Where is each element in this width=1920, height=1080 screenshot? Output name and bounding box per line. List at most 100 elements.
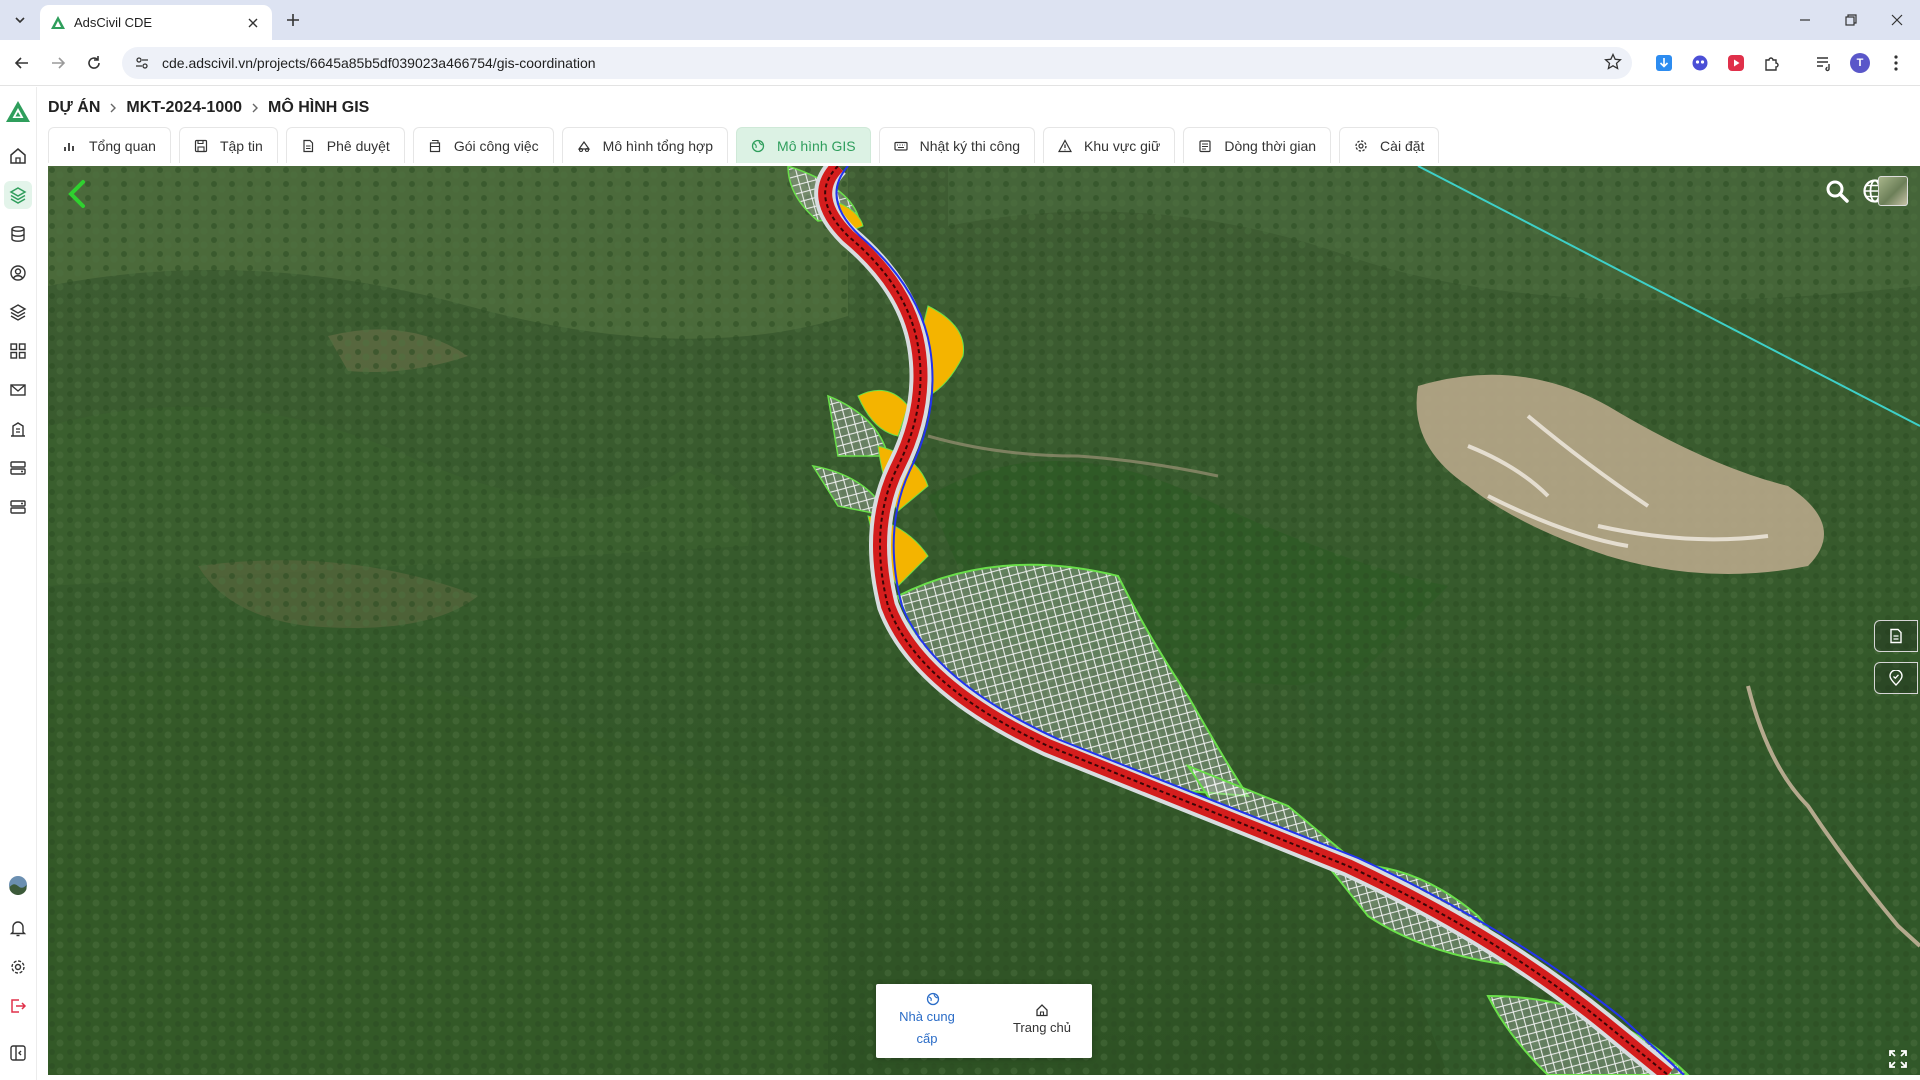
home-icon	[1036, 1004, 1048, 1017]
sidebar-storage-icon[interactable]	[4, 493, 32, 521]
extension-face-icon[interactable]	[1688, 51, 1712, 75]
sidebar-grid-icon[interactable]	[4, 337, 32, 365]
profile-avatar[interactable]: T	[1848, 51, 1872, 75]
tab-dong-thoi-gian[interactable]: Dòng thời gian	[1183, 127, 1332, 163]
extensions-puzzle-icon[interactable]	[1760, 51, 1784, 75]
adscivil-logo-icon	[51, 15, 65, 29]
browser-toolbar: cde.adscivil.vn/projects/6645a85b5df0390…	[0, 40, 1920, 86]
address-bar[interactable]: cde.adscivil.vn/projects/6645a85b5df0390…	[122, 47, 1632, 79]
gis-map-viewer[interactable]: Nhà cung cấp Trang chủ	[48, 166, 1920, 1075]
minimize-button[interactable]	[1782, 0, 1828, 40]
sidebar-home-icon[interactable]	[4, 142, 32, 170]
tab-search-button[interactable]	[8, 8, 32, 32]
forward-button[interactable]	[45, 50, 71, 76]
fullscreen-button[interactable]	[1886, 1047, 1910, 1071]
adscivil-logo-icon[interactable]	[5, 99, 31, 125]
browser-tab[interactable]: AdsCivil CDE	[40, 5, 272, 40]
sidebar-collapse-icon[interactable]	[4, 1039, 32, 1067]
close-icon	[1891, 14, 1903, 26]
tab-label: Cài đặt	[1380, 137, 1425, 154]
browser-menu-icon[interactable]	[1884, 51, 1908, 75]
map-search-button[interactable]	[1820, 174, 1854, 208]
tab-label: Tổng quan	[89, 137, 156, 154]
tab-label: Phê duyệt	[326, 137, 390, 154]
tab-phe-duyet[interactable]: Phê duyệt	[285, 127, 405, 163]
tab-mo-hinh-tong-hop[interactable]: Mô hình tổng hợp	[561, 127, 729, 163]
chevron-left-icon	[68, 180, 85, 208]
sidebar-server-icon[interactable]	[4, 454, 32, 482]
sidebar-bell-icon[interactable]	[4, 914, 32, 942]
arrow-right-icon	[52, 57, 66, 69]
globe-icon	[751, 139, 765, 152]
extension-download-icon[interactable]	[1652, 51, 1676, 75]
url-text[interactable]: cde.adscivil.vn/projects/6645a85b5df0390…	[162, 55, 596, 71]
restore-button[interactable]	[1828, 0, 1874, 40]
document-icon	[1890, 628, 1902, 644]
tab-cai-dat[interactable]: Cài đặt	[1339, 127, 1440, 163]
close-tab-icon[interactable]	[244, 14, 262, 32]
chevron-down-icon	[15, 17, 25, 24]
tab-label: Mô hình GIS	[777, 137, 856, 154]
reload-button[interactable]	[81, 50, 107, 76]
warning-icon	[1058, 138, 1073, 152]
sidebar-database-icon[interactable]	[4, 220, 32, 248]
tab-label: Nhật ký thi công	[919, 137, 1021, 154]
tab-label: Dòng thời gian	[1224, 137, 1317, 154]
map-bottom-panel: Nhà cung cấp Trang chủ	[876, 984, 1092, 1058]
tab-nhat-ky-thi-cong[interactable]: Nhật ký thi công	[878, 127, 1036, 163]
tab-label: Tập tin	[219, 137, 263, 154]
close-window-button[interactable]	[1874, 0, 1920, 40]
basemap-picker-button[interactable]	[1878, 176, 1908, 206]
new-tab-button[interactable]	[282, 9, 304, 31]
chevron-right-icon	[250, 102, 260, 114]
home-label: Trang chủ	[1012, 1020, 1072, 1035]
arrow-left-icon	[14, 57, 28, 69]
tab-goi-cong-viec[interactable]: Gói công việc	[412, 127, 554, 163]
map-document-button[interactable]	[1874, 620, 1918, 652]
back-arrow-button[interactable]	[62, 176, 92, 212]
bar-chart-icon	[64, 142, 74, 151]
search-icon	[1826, 180, 1849, 203]
map-location-button[interactable]	[1874, 662, 1918, 694]
sidebar-gear-icon[interactable]	[4, 953, 32, 981]
sidebar-mail-icon[interactable]	[4, 376, 32, 404]
minimize-icon	[1800, 19, 1810, 21]
sidebar-stack-icon[interactable]	[4, 298, 32, 326]
bookmark-star-icon[interactable]	[1604, 52, 1622, 76]
tab-mo-hinh-gis[interactable]: Mô hình GIS	[736, 127, 871, 163]
reload-icon	[88, 56, 100, 69]
project-tabs: Tổng quan Tập tin Phê duyệt Gói công việ…	[48, 127, 1440, 163]
browser-tab-title: AdsCivil CDE	[74, 15, 153, 30]
app-window: AdsCivil CDE cde.adscivil.vn/projects/66…	[0, 0, 1920, 1080]
document-icon	[303, 139, 313, 152]
provider-button[interactable]: Nhà cung cấp	[876, 984, 992, 1058]
tab-tap-tin[interactable]: Tập tin	[178, 127, 278, 163]
location-pin-icon	[1889, 670, 1903, 686]
back-button[interactable]	[9, 50, 35, 76]
sidebar-logout-icon[interactable]	[4, 992, 32, 1020]
sidebar-layers-icon[interactable]	[4, 181, 32, 209]
sidebar-user-icon[interactable]	[4, 259, 32, 287]
breadcrumb: DỰ ÁN MKT-2024-1000 MÔ HÌNH GIS	[48, 96, 369, 120]
gear-icon	[1355, 139, 1367, 152]
save-icon	[194, 139, 208, 152]
sidebar-building-icon[interactable]	[4, 415, 32, 443]
site-info-icon[interactable]	[134, 55, 150, 71]
tab-label: Mô hình tổng hợp	[602, 137, 714, 154]
tab-label: Gói công việc	[453, 137, 539, 154]
satellite-terrain[interactable]	[48, 166, 1920, 1075]
media-controls-icon[interactable]	[1812, 51, 1836, 75]
globe-icon	[926, 992, 940, 1006]
keyboard-icon	[894, 141, 908, 151]
home-button[interactable]: Trang chủ	[992, 984, 1092, 1058]
breadcrumb-current: MÔ HÌNH GIS	[268, 99, 370, 116]
restore-icon	[1845, 14, 1857, 26]
extension-record-icon[interactable]	[1724, 51, 1748, 75]
sidebar-user-avatar[interactable]	[4, 871, 32, 899]
breadcrumb-root-link[interactable]: DỰ ÁN	[48, 99, 100, 117]
app-sidebar	[0, 87, 37, 1080]
breadcrumb-project-link[interactable]: MKT-2024-1000	[126, 99, 242, 117]
tab-khu-vuc-giu[interactable]: Khu vực giữ	[1043, 127, 1176, 163]
tab-tong-quan[interactable]: Tổng quan	[48, 127, 171, 163]
plus-icon	[287, 14, 299, 26]
